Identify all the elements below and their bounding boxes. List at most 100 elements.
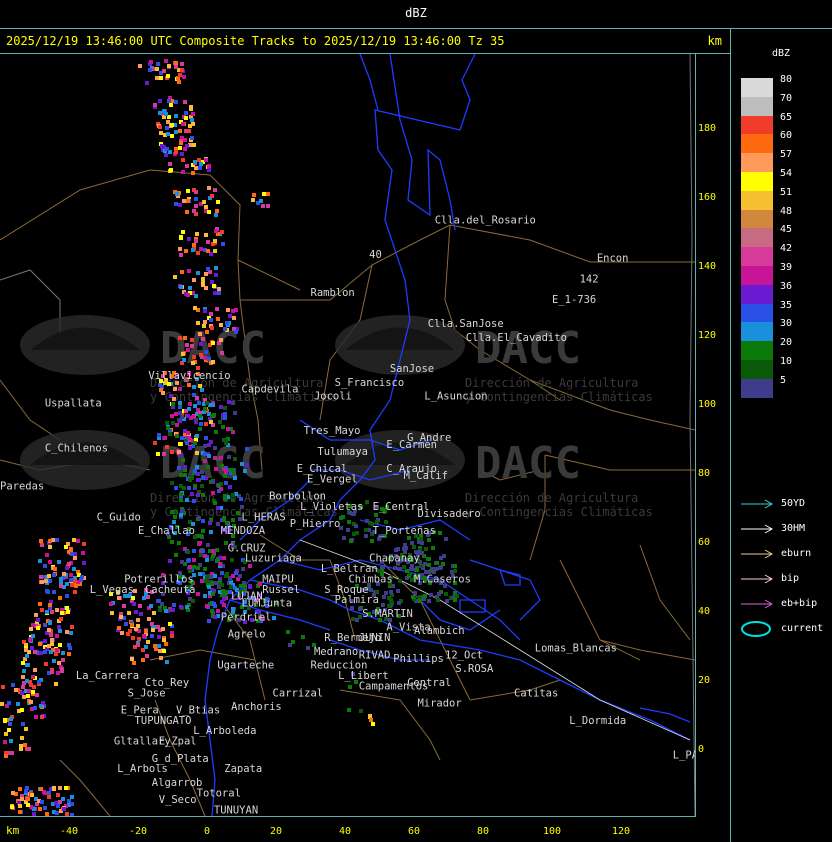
place-label: C_Guido [97,511,141,523]
arrowhead-icon [764,599,774,609]
legend-level-label: 36 [780,280,793,292]
y-tick-label: 60 [698,537,710,548]
legend-title: dBZ [772,48,791,59]
track-legend-label: 50YD [781,498,806,509]
x-tick-label: 100 [543,826,561,837]
x-tick-label: 120 [612,826,630,837]
place-label: 40 [369,249,382,261]
canal-line [469,559,541,621]
track-legend-label: 30HM [781,523,806,534]
place-label: 12_Oct [445,649,483,661]
legend-level-label: 48 [780,205,793,217]
legend-level-label: 30 [780,318,793,330]
watermark: DACCDirección de Agriculturay Contingenc… [20,315,653,519]
place-label: Palmira [335,594,379,606]
arrowhead-icon [764,524,774,534]
legend-level-label: 51 [780,186,793,198]
track-legend-label: bip [781,573,800,584]
department-boundary [237,259,301,291]
place-label: Medrano [314,646,358,658]
place-label: La_Carrera [76,670,139,682]
top-title: dBZ [405,6,427,20]
x-tick-label: -40 [60,826,78,837]
x-tick-label: -20 [129,826,147,837]
canal-line [639,707,691,723]
legend-swatch [741,209,773,229]
place-label: Ugarteche [217,660,274,672]
department-boundary [0,379,61,441]
place-label: Luzuriaga [245,553,302,565]
place-label: Paredas [0,480,44,492]
legend-level-label: 39 [780,262,793,273]
arrowhead-icon [764,549,774,559]
place-label: Capdevila [242,384,299,396]
place-label: L_Arboleda [193,725,256,737]
place-label: Clla.del_Rosario [435,215,536,227]
place-label: Villavicencio [148,370,230,382]
place-label: 142 [580,273,599,285]
radar-map[interactable]: DACC Dirección de Agricultura y Contingenc… [0,54,696,817]
place-label: L_Dormida [569,715,626,727]
province-boundary [689,54,695,816]
y-tick-label: 180 [698,123,716,134]
legend-level-label: 70 [780,92,793,104]
track-legend-label: eburn [781,548,812,559]
place-label: E_Zpal [159,736,197,748]
track-legend-label: eb+bip [781,598,818,609]
place-label: Campamentos [359,680,429,692]
watermark-text: DACC [160,323,266,374]
arrowhead-icon [764,574,774,584]
place-label: S_Jose [128,687,166,699]
watermark-text: DACC [475,438,581,489]
place-label: E_1-736 [552,294,596,306]
legend-swatch [741,303,773,323]
x-tick-label: 40 [339,826,351,837]
place-label: Perdriel [221,611,272,623]
place-label: JUNIN [359,632,391,644]
place-label: Encon [597,253,629,265]
place-label: Lomas_Blancas [535,642,617,654]
track-legend-label: current [781,623,824,634]
x-tick-label: 0 [204,826,210,837]
y-tick-label: 120 [698,330,716,341]
watermark-text: DACC [475,323,581,374]
place-label: Divisadero [417,508,480,520]
legend-level-label: 45 [780,224,793,236]
y-tick-label: 160 [698,192,716,203]
x-unit-label: km [6,824,20,837]
place-label: L_Violetas [300,501,363,513]
place-label: Cacheuta [145,584,196,596]
legend-swatch [741,190,773,210]
y-axis-ticks: 180 160 140 120 100 80 60 40 20 0 [698,123,716,755]
place-label: Catitas [514,687,558,699]
place-label: M.Caseros [414,573,471,585]
place-label: L_PAZ [673,749,695,761]
y-tick-label: 100 [698,399,716,410]
place-label: Uspallata [45,397,102,409]
legend-level-label: 5 [780,374,787,386]
radar-map-canvas: DACCDirección de Agriculturay Contingenc… [0,54,695,816]
place-label: MENDOZA [221,525,266,537]
composite-title: 2025/12/19 13:46:00 UTC Composite Tracks… [6,34,505,48]
x-axis-ticks: -40 -20 0 20 40 60 80 100 120 [60,826,630,837]
current-track-icon [741,621,771,637]
place-label: T_Porteñas [373,525,436,537]
legend-level-label: 54 [780,168,793,179]
legend-swatch [741,284,773,304]
place-label: S.MARTIN [362,608,413,620]
legend-level-label: 60 [780,130,793,142]
place-label: Tulumaya [317,446,368,458]
place-label: E_Vergel [307,473,358,485]
place-label: Ramblon [311,287,355,299]
watermark-subtitle: y Contingencias Climáticas [465,390,653,404]
y-tick-label: 140 [698,261,716,272]
department-boundary [639,544,691,641]
place-label: L_HERAS [242,511,286,523]
place-label: Mirador [417,698,461,710]
legend-swatch [741,115,773,135]
legend-level-label: 42 [780,243,793,255]
place-label: V_Seco [159,794,197,806]
y-tick-label: 0 [698,744,704,755]
top-title-bar: dBZ [0,0,832,29]
place-label: Zapata [224,763,262,775]
